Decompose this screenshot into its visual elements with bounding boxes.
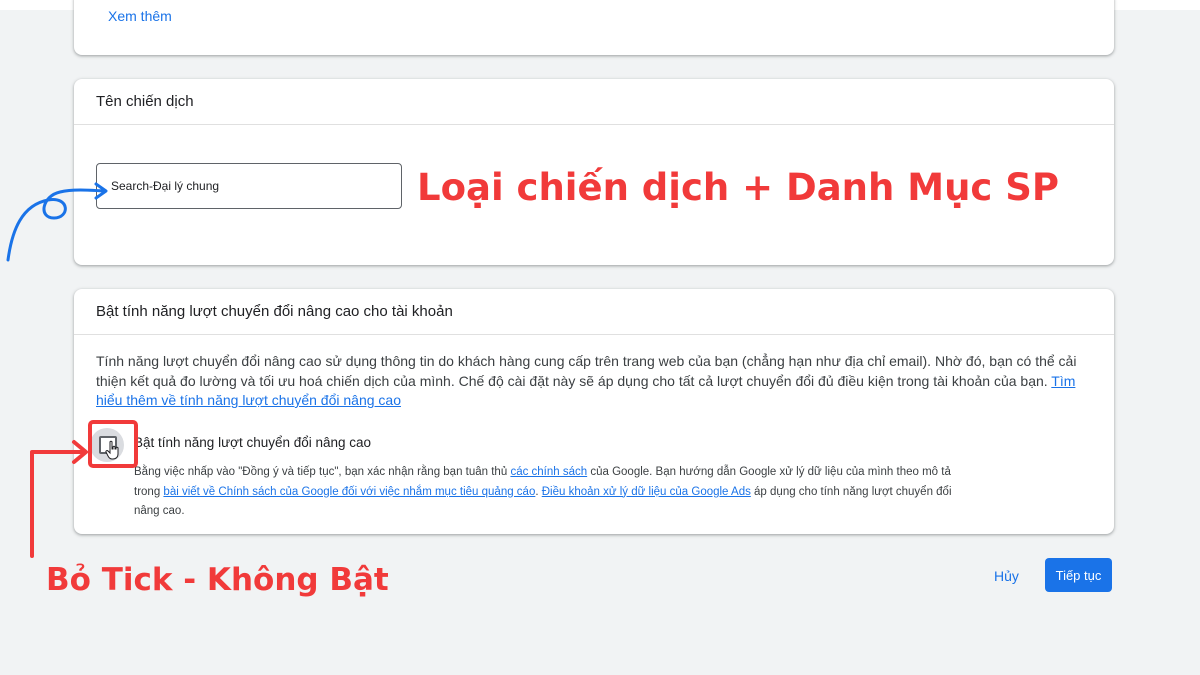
see-more-link[interactable]: Xem thêm: [108, 8, 172, 24]
campaign-name-title: Tên chiến dịch: [96, 93, 194, 110]
campaign-name-annotation: Loại chiến dịch + Danh Mục SP: [417, 166, 1059, 209]
previous-section-card: Xem thêm: [74, 0, 1114, 55]
description-text: Tính năng lượt chuyển đổi nâng cao sử dụ…: [96, 353, 1077, 389]
campaign-name-header: Tên chiến dịch: [74, 79, 1114, 125]
consent-text-part-1: Bằng việc nhấp vào "Đồng ý và tiếp tục",…: [134, 466, 511, 478]
policies-link[interactable]: các chính sách: [510, 466, 587, 478]
enhanced-conversions-description: Tính năng lượt chuyển đổi nâng cao sử dụ…: [96, 352, 1096, 411]
continue-button[interactable]: Tiếp tục: [1045, 558, 1112, 592]
data-processing-terms-link[interactable]: Điều khoản xử lý dữ liệu của Google Ads: [542, 486, 751, 498]
campaign-name-input[interactable]: [96, 163, 402, 209]
cancel-button[interactable]: Hủy: [982, 562, 1031, 590]
consent-text: Bằng việc nhấp vào "Đồng ý và tiếp tục",…: [134, 463, 954, 522]
checkbox-annotation: Bỏ Tick - Không Bật: [46, 562, 389, 598]
hand-cursor-icon: [105, 440, 119, 460]
enhanced-conversions-title: Bật tính năng lượt chuyển đổi nâng cao c…: [96, 303, 453, 320]
enhanced-conversions-header: Bật tính năng lượt chuyển đổi nâng cao c…: [74, 289, 1114, 335]
checkbox-label[interactable]: Bật tính năng lượt chuyển đổi nâng cao: [134, 435, 371, 450]
ad-targeting-policy-link[interactable]: bài viết về Chính sách của Google đối vớ…: [163, 486, 535, 498]
enhanced-conversions-card: Bật tính năng lượt chuyển đổi nâng cao c…: [74, 289, 1114, 534]
checkbox-ripple[interactable]: [90, 428, 124, 462]
